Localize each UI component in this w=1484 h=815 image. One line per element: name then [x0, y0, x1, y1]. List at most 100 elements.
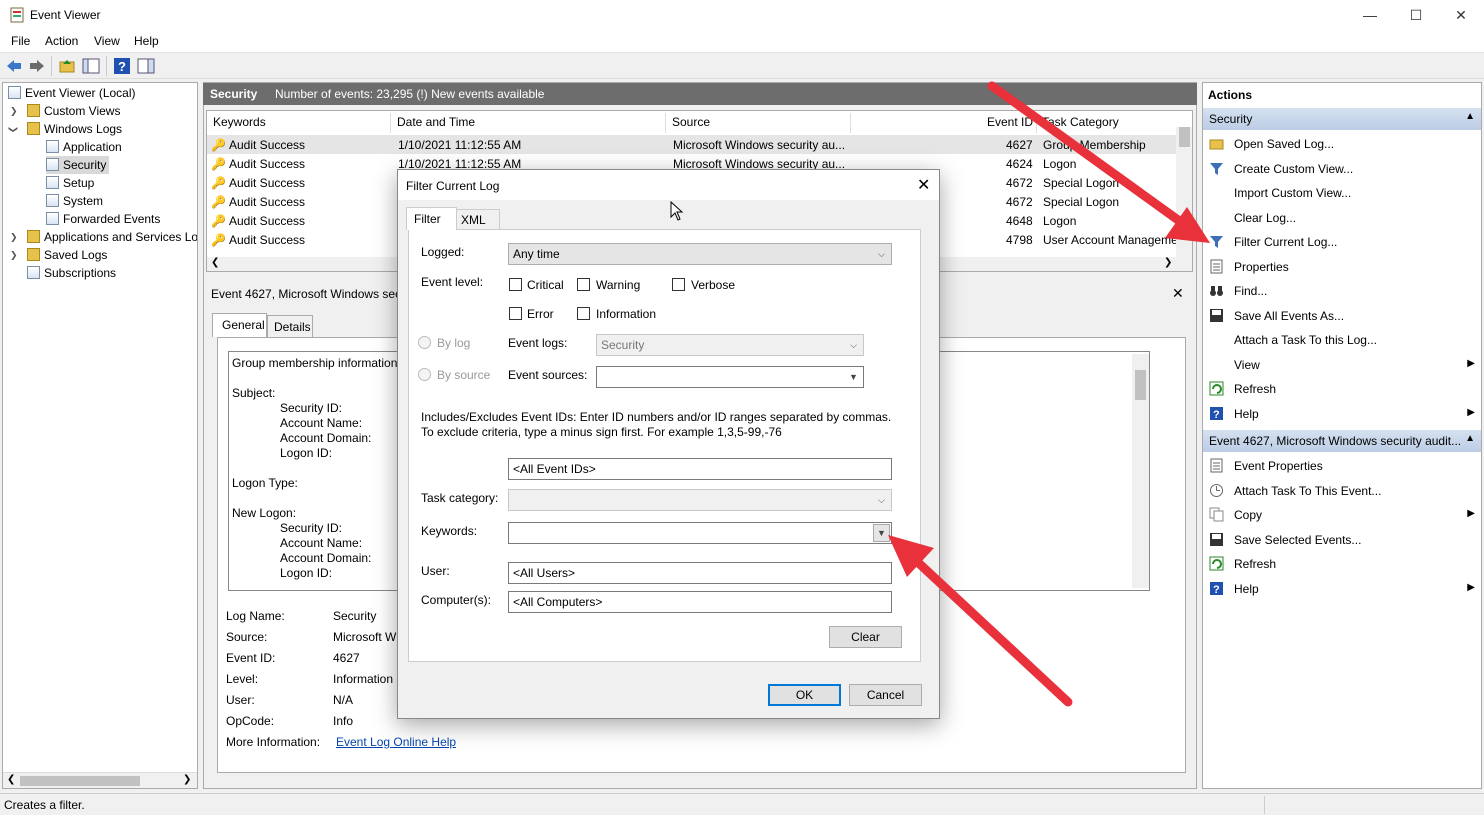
- by-log-radio[interactable]: [418, 336, 431, 349]
- chevron-right-icon[interactable]: ❯: [10, 106, 18, 117]
- warning-checkbox[interactable]: [577, 278, 590, 291]
- show-hide-action-pane-icon[interactable]: [137, 57, 155, 75]
- chevron-left-icon[interactable]: ❮: [7, 774, 15, 785]
- critical-checkbox[interactable]: [509, 278, 522, 291]
- task-category-select: ⌵: [508, 489, 892, 511]
- action-properties[interactable]: Properties: [1203, 255, 1481, 279]
- close-icon[interactable]: ✕: [1172, 285, 1184, 302]
- chevron-right-icon[interactable]: ❯: [10, 232, 18, 243]
- cancel-button[interactable]: Cancel: [849, 684, 922, 706]
- actions-section-event[interactable]: Event 4627, Microsoft Windows security a…: [1203, 430, 1481, 452]
- col-source[interactable]: Source: [672, 115, 710, 129]
- chevron-right-icon[interactable]: ❯: [1164, 257, 1172, 268]
- svg-text:?: ?: [1213, 584, 1220, 596]
- tab-xml[interactable]: XML: [456, 209, 500, 229]
- tree-application[interactable]: Application: [46, 138, 122, 156]
- menu-help[interactable]: Help: [134, 34, 159, 48]
- chevron-left-icon[interactable]: ❮: [211, 257, 219, 268]
- action-clear-log[interactable]: Clear Log...: [1203, 206, 1481, 230]
- tab-filter[interactable]: Filter: [406, 207, 457, 230]
- action-create-custom-view[interactable]: Create Custom View...: [1203, 157, 1481, 181]
- logged-select[interactable]: Any time ⌵: [508, 243, 892, 265]
- chevron-down-icon[interactable]: ❯: [7, 126, 18, 134]
- action-import-custom-view[interactable]: Import Custom View...: [1203, 181, 1481, 205]
- help-icon[interactable]: ?: [113, 57, 131, 75]
- action-filter-current-log[interactable]: Filter Current Log...: [1203, 230, 1481, 254]
- log-name: Security: [210, 87, 258, 101]
- action-copy[interactable]: Copy ▶: [1203, 503, 1481, 527]
- back-arrow-icon[interactable]: [5, 57, 23, 75]
- action-view[interactable]: View ▶: [1203, 353, 1481, 377]
- action-save-selected-events[interactable]: Save Selected Events...: [1203, 528, 1481, 552]
- action-help[interactable]: ? Help ▶: [1203, 577, 1481, 601]
- error-checkbox[interactable]: [509, 307, 522, 320]
- close-window-button[interactable]: ✕: [1438, 0, 1484, 30]
- tree-applications-services[interactable]: Applications and Services Lo: [27, 228, 197, 246]
- information-checkbox[interactable]: [577, 307, 590, 320]
- show-hide-tree-icon[interactable]: [82, 57, 100, 75]
- action-attach-task-to-this-event[interactable]: Attach Task To This Event...: [1203, 479, 1481, 503]
- tree-forwarded-events[interactable]: Forwarded Events: [46, 210, 160, 228]
- collapse-icon[interactable]: ▲: [1465, 433, 1475, 444]
- description-scrollbar[interactable]: [1132, 354, 1149, 588]
- chevron-right-icon[interactable]: ❯: [10, 250, 18, 261]
- tree-security[interactable]: Security: [46, 156, 110, 174]
- computer-input[interactable]: <All Computers>: [508, 591, 892, 613]
- action-open-saved-log[interactable]: Open Saved Log...: [1203, 132, 1481, 156]
- action-refresh[interactable]: Refresh: [1203, 377, 1481, 401]
- verbose-checkbox[interactable]: [672, 278, 685, 291]
- clear-button[interactable]: Clear: [829, 626, 902, 648]
- event-log-online-help-link[interactable]: Event Log Online Help: [336, 735, 456, 749]
- tree-custom-views[interactable]: Custom Views: [27, 102, 120, 120]
- tree-event-viewer-local[interactable]: Event Viewer (Local): [8, 84, 136, 102]
- scroll-thumb[interactable]: [1135, 370, 1146, 400]
- tree-windows-logs[interactable]: Windows Logs: [27, 120, 122, 138]
- col-keywords[interactable]: Keywords: [213, 115, 266, 129]
- by-source-radio[interactable]: [418, 368, 431, 381]
- action-help[interactable]: ? Help ▶: [1203, 402, 1481, 426]
- user-input[interactable]: <All Users>: [508, 562, 892, 584]
- tree-setup[interactable]: Setup: [46, 174, 94, 192]
- collapse-icon[interactable]: ▲: [1465, 111, 1475, 122]
- action-event-properties[interactable]: Event Properties: [1203, 454, 1481, 478]
- col-task-category[interactable]: Task Category: [1042, 115, 1119, 129]
- event-viewer-icon: [10, 7, 24, 23]
- key-icon: 🔑: [211, 138, 226, 152]
- filter-icon: [1210, 162, 1223, 175]
- tree-horizontal-scrollbar[interactable]: ❮ ❯: [3, 772, 197, 788]
- action-attach-a-task-to-this-log[interactable]: Attach a Task To this Log...: [1203, 328, 1481, 352]
- event-ids-input[interactable]: <All Event IDs>: [508, 458, 892, 480]
- ok-button[interactable]: OK: [768, 684, 841, 706]
- grid-vertical-scrollbar[interactable]: [1176, 127, 1192, 257]
- col-date-time[interactable]: Date and Time: [397, 115, 475, 129]
- folder-up-icon[interactable]: [58, 57, 76, 75]
- chevron-down-icon[interactable]: ▼: [873, 524, 890, 542]
- minimize-button[interactable]: —: [1347, 0, 1393, 30]
- action-save-all-events-as[interactable]: Save All Events As...: [1203, 304, 1481, 328]
- tree-saved-logs[interactable]: Saved Logs: [27, 246, 107, 264]
- help-icon: ?: [1210, 581, 1223, 596]
- scroll-thumb[interactable]: [1179, 127, 1190, 147]
- maximize-button[interactable]: ☐: [1393, 0, 1439, 30]
- toolbar: ?: [0, 52, 1484, 79]
- table-row[interactable]: 🔑 Audit Success 1/10/2021 11:12:55 AM Mi…: [207, 135, 1182, 154]
- tab-details[interactable]: Details: [267, 315, 313, 337]
- menu-file[interactable]: File: [11, 34, 30, 48]
- chevron-right-icon[interactable]: ❯: [183, 774, 191, 785]
- actions-section-security[interactable]: Security ▲: [1203, 108, 1481, 130]
- forward-arrow-icon[interactable]: [28, 57, 46, 75]
- tab-general[interactable]: General: [212, 313, 267, 337]
- tree-subscriptions[interactable]: Subscriptions: [27, 264, 116, 282]
- folder-icon: [27, 122, 40, 135]
- col-event-id[interactable]: Event ID: [987, 115, 1033, 129]
- copy-icon: [1209, 507, 1224, 522]
- keywords-select[interactable]: ▼: [508, 522, 892, 544]
- action-refresh[interactable]: Refresh: [1203, 552, 1481, 576]
- action-find[interactable]: Find...: [1203, 279, 1481, 303]
- event-sources-select[interactable]: ▼: [596, 366, 864, 388]
- menu-action[interactable]: Action: [45, 34, 78, 48]
- menu-view[interactable]: View: [94, 34, 120, 48]
- tree-system[interactable]: System: [46, 192, 103, 210]
- close-icon[interactable]: ✕: [917, 175, 930, 195]
- scroll-thumb[interactable]: [20, 776, 140, 786]
